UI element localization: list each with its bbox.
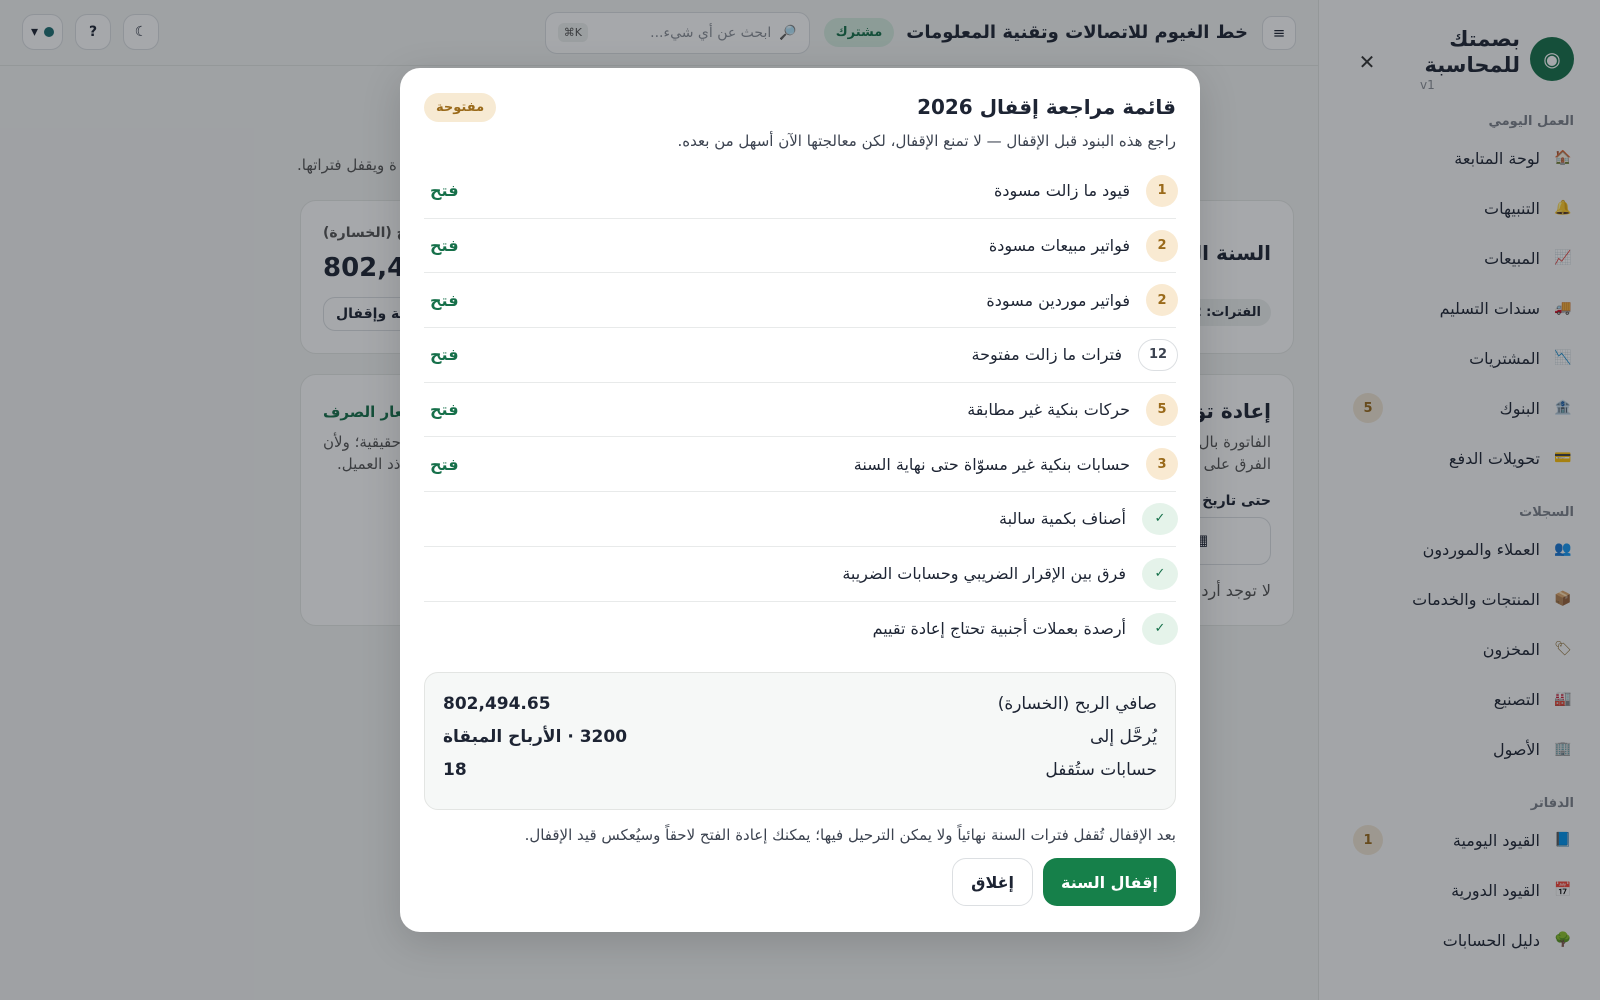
count-badge: 2	[1146, 284, 1178, 317]
checklist-row: 12 فترات ما زالت مفتوحة فتح	[424, 328, 1178, 383]
open-link[interactable]: فتح	[430, 345, 516, 364]
checklist-row: 5 حركات بنكية غير مطابقة فتح	[424, 383, 1178, 438]
close-year-button[interactable]: إقفال السنة	[1043, 858, 1176, 907]
checklist-row: ✓ أرصدة بعملات أجنبية تحتاج إعادة تقييم	[424, 602, 1178, 657]
year-close-checklist-dialog: قائمة مراجعة إقفال 2026 مفتوحة راجع هذه …	[400, 68, 1200, 932]
count-badge: 12	[1138, 338, 1178, 371]
count-badge: 3	[1146, 448, 1178, 481]
open-link[interactable]: فتح	[430, 455, 516, 474]
summary-label: حسابات ستُقفل	[1045, 759, 1157, 780]
checklist-label: قيود ما زالت مسودة	[994, 181, 1130, 201]
checklist-label: أرصدة بعملات أجنبية تحتاج إعادة تقييم	[872, 619, 1126, 639]
checklist-row: 2 فواتير موردين مسودة فتح	[424, 273, 1178, 329]
status-badge: مفتوحة	[424, 92, 497, 122]
summary-value: 802,494.65	[443, 693, 551, 714]
checklist-label: فواتير موردين مسودة	[986, 290, 1130, 310]
checklist-label: أصناف بكمية سالبة	[999, 509, 1126, 529]
checklist-row: ✓ أصناف بكمية سالبة	[424, 492, 1178, 547]
check-icon: ✓	[1142, 557, 1178, 590]
summary-label: صافي الربح (الخسارة)	[997, 693, 1157, 714]
summary-value: 3200 · الأرباح المبقاة	[443, 726, 628, 747]
dialog-description: راجع هذه البنود قبل الإقفال — لا تمنع ال…	[677, 132, 1176, 150]
open-link[interactable]: فتح	[430, 400, 516, 419]
count-badge: 1	[1146, 174, 1178, 207]
open-link[interactable]: فتح	[430, 236, 516, 255]
checklist-row: ✓ فرق بين الإقرار الضريبي وحسابات الضريبة	[424, 547, 1178, 602]
checklist: 1 قيود ما زالت مسودة فتح 2 فواتير مبيعات مسو…	[424, 164, 1178, 657]
checklist-label: فواتير مبيعات مسودة	[988, 236, 1130, 256]
summary-value: 18	[443, 759, 467, 780]
checklist-label: حسابات بنكية غير مسوّاة حتى نهاية السنة	[853, 454, 1130, 474]
open-link[interactable]: فتح	[430, 291, 516, 310]
summary-label: يُرحَّل إلى	[1090, 726, 1157, 747]
close-dialog-button[interactable]: إغلاق	[952, 858, 1034, 907]
check-icon: ✓	[1142, 502, 1178, 535]
checklist-row: 2 فواتير مبيعات مسودة فتح	[424, 219, 1178, 274]
closing-warning: بعد الإقفال تُقفل فترات السنة نهائياً ول…	[524, 826, 1176, 845]
summary-row: يُرحَّل إلى 3200 · الأرباح المبقاة	[443, 720, 1157, 753]
check-icon: ✓	[1142, 612, 1178, 645]
open-link[interactable]: فتح	[430, 181, 516, 200]
checklist-label: حركات بنكية غير مطابقة	[967, 400, 1130, 420]
count-badge: 5	[1146, 393, 1178, 426]
dialog-title: قائمة مراجعة إقفال 2026	[917, 95, 1176, 119]
summary-row: حسابات ستُقفل 18	[443, 753, 1157, 786]
checklist-row: 1 قيود ما زالت مسودة فتح	[424, 164, 1178, 219]
checklist-label: فترات ما زالت مفتوحة	[971, 345, 1123, 365]
closing-summary: صافي الربح (الخسارة) 802,494.65 يُرحَّل إل…	[424, 672, 1176, 811]
checklist-row: 3 حسابات بنكية غير مسوّاة حتى نهاية السنة…	[424, 437, 1178, 493]
checklist-label: فرق بين الإقرار الضريبي وحسابات الضريبة	[842, 564, 1126, 584]
count-badge: 2	[1146, 229, 1178, 262]
summary-row: صافي الربح (الخسارة) 802,494.65	[443, 687, 1157, 720]
